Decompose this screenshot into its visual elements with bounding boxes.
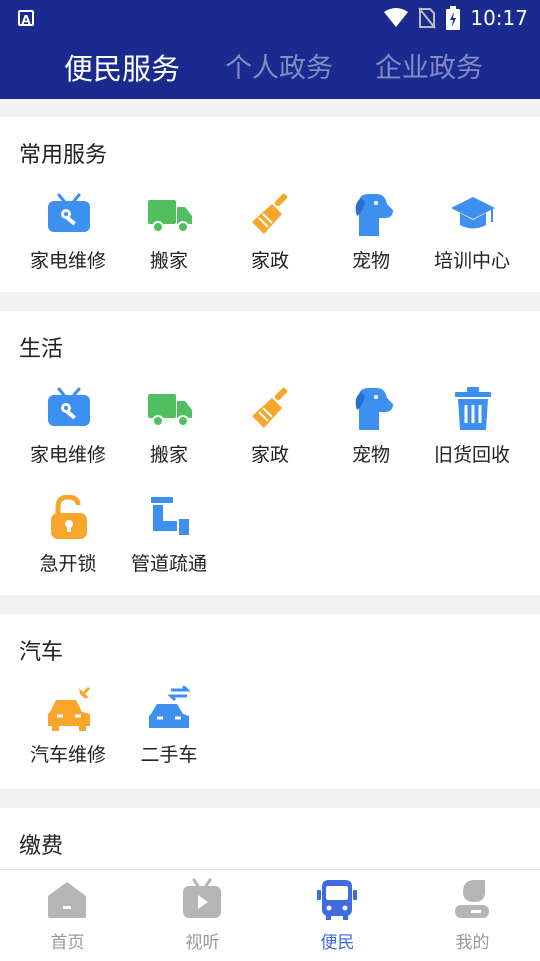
service-label: 宠物 [351,250,390,272]
service-used-car[interactable]: 二手车 [119,686,219,786]
trash-can-icon [455,387,491,430]
service-pet[interactable]: 宠物 [321,386,421,486]
service-label: 家电维修 [29,444,106,466]
service-second-hand-recycling[interactable]: 旧货回收 [422,386,522,486]
section-car: 汽车 汽车维修 二手车 [0,614,540,789]
service-label: 搬家 [149,250,188,272]
user-icon [455,880,489,918]
unlock-icon [51,495,87,539]
truck-icon [148,394,192,427]
service-appliance-repair[interactable]: 家电维修 [18,192,118,292]
service-pet[interactable]: 宠物 [321,192,421,292]
nav-label: 首页 [50,933,85,953]
service-label: 管道疏通 [130,553,207,575]
service-housekeeping[interactable]: 家政 [220,192,320,292]
app-header: A 10:17 便民服务 个人政务 企业政务 [0,0,540,99]
broom-icon [252,193,288,234]
nav-label: 我的 [455,933,490,953]
tv-play-icon [183,878,221,918]
service-pipe-dredging[interactable]: 管道疏通 [119,495,219,595]
service-label: 急开锁 [39,553,97,575]
service-moving[interactable]: 搬家 [119,192,219,292]
home-icon [48,882,86,918]
service-label: 二手车 [140,744,198,766]
status-bar: A 10:17 [0,0,540,36]
tv-repair-icon [48,193,90,232]
service-housekeeping[interactable]: 家政 [220,386,320,486]
section-title: 汽车 [19,640,64,665]
service-label: 搬家 [149,444,188,466]
service-label: 家电维修 [29,250,106,272]
section-title: 常用服务 [19,143,108,168]
status-app-icon: A [18,10,34,27]
section-life: 生活 家电维修 搬家 家政 宠物 旧货回收 急开锁 管道疏通 [0,311,540,595]
nav-convenience[interactable]: 便民 [270,870,405,961]
bottom-navigation: 首页 视听 便民 我的 [0,869,540,961]
nav-home[interactable]: 首页 [0,870,135,961]
service-label: 家政 [250,444,289,466]
broom-icon [252,387,288,428]
graduation-cap-icon [451,197,495,229]
main-content[interactable]: 常用服务 家电维修 搬家 家政 宠物 培训中心 生活 家电维修 搬家 家政 宠物… [0,99,540,869]
service-training-center[interactable]: 培训中心 [422,192,522,292]
tab-convenience[interactable]: 便民服务 [64,46,180,88]
section-title: 生活 [19,337,64,362]
status-right-group: 10:17 [384,5,528,31]
service-appliance-repair[interactable]: 家电维修 [18,386,118,486]
nav-mine[interactable]: 我的 [405,870,540,961]
battery-charging-icon [446,6,461,30]
status-time: 10:17 [470,6,528,30]
section-fees: 缴费 [0,808,540,869]
service-label: 培训中心 [433,250,510,272]
tab-enterprise-affairs[interactable]: 企业政务 [375,46,483,85]
pipe-icon [151,497,189,535]
car-repair-icon [48,687,90,731]
nav-label: 视听 [185,933,220,953]
nav-label: 便民 [320,933,355,953]
bus-icon [317,880,357,920]
top-tabs: 便民服务 个人政务 企业政务 [0,46,540,88]
car-exchange-icon [149,686,191,728]
wifi-icon [384,8,409,27]
service-moving[interactable]: 搬家 [119,386,219,486]
service-car-repair[interactable]: 汽车维修 [18,686,118,786]
nav-audio-video[interactable]: 视听 [135,870,270,961]
service-label: 旧货回收 [433,444,510,466]
tab-personal-affairs[interactable]: 个人政务 [225,46,333,85]
truck-icon [148,200,192,233]
section-common-services: 常用服务 家电维修 搬家 家政 宠物 培训中心 [0,117,540,292]
service-label: 汽车维修 [29,744,106,766]
section-title: 缴费 [19,834,64,859]
no-sim-icon [418,7,437,29]
service-label: 家政 [250,250,289,272]
dog-icon [355,194,393,236]
service-emergency-unlock[interactable]: 急开锁 [18,495,118,595]
tv-repair-icon [48,387,90,426]
service-label: 宠物 [351,444,390,466]
dog-icon [355,388,393,430]
